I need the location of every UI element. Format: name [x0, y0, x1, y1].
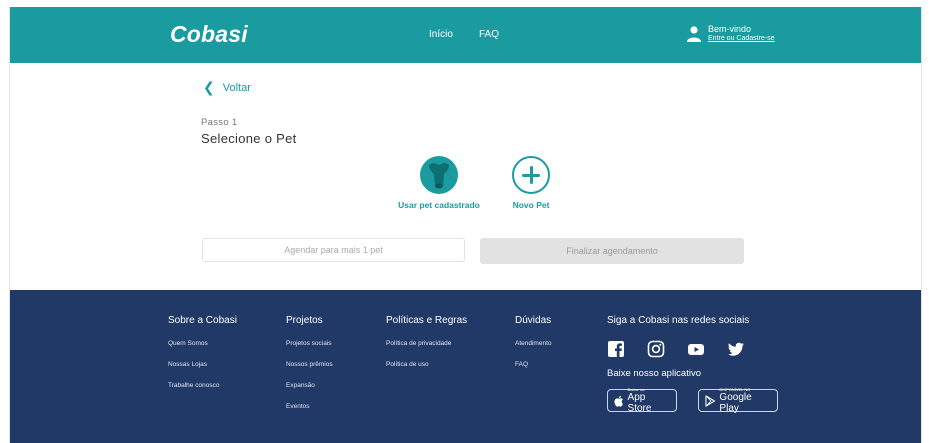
plus-icon — [512, 156, 550, 194]
use-registered-pet-option[interactable]: Usar pet cadastrado — [397, 156, 481, 210]
add-another-pet-button[interactable]: Agendar para mais 1 pet — [202, 238, 465, 262]
footer-heading: Dúvidas — [515, 315, 552, 326]
welcome-text: Bem-vindo — [708, 24, 752, 34]
app-heading: Baixe nosso aplicativo — [607, 368, 701, 379]
footer-link-eventos[interactable]: Eventos — [286, 403, 333, 410]
footer-heading: Projetos — [286, 315, 323, 326]
dog-icon — [420, 156, 458, 194]
facebook-icon[interactable] — [607, 340, 625, 358]
apple-icon — [614, 395, 623, 407]
footer-link-privacidade[interactable]: Política de privacidade — [386, 340, 467, 347]
app-store-badge[interactable]: Baixar na App Store — [607, 387, 677, 414]
google-play-big: Google Play — [719, 392, 752, 414]
back-button[interactable]: ❮ Voltar — [203, 79, 251, 96]
footer-link-expansao[interactable]: Expansão — [286, 382, 333, 389]
google-play-icon — [705, 394, 715, 407]
google-play-badge[interactable]: DISPONÍVEL NO Google Play — [698, 387, 778, 414]
footer-link-quem-somos[interactable]: Quem Somos — [168, 340, 237, 347]
footer-col-social: Siga a Cobasi nas redes sociais Baixe no… — [607, 315, 778, 414]
step-label: Passo 1 — [201, 117, 238, 128]
footer-link-nossas-lojas[interactable]: Nossas Lojas — [168, 361, 237, 368]
user-icon — [687, 26, 701, 42]
youtube-icon[interactable] — [687, 340, 705, 358]
footer: Sobre a Cobasi Quem Somos Nossas Lojas T… — [10, 290, 921, 443]
new-pet-option[interactable]: Novo Pet — [504, 156, 558, 210]
footer-heading: Políticas e Regras — [386, 315, 468, 326]
footer-col-projects: Projetos Projetos sociais Nossos prêmios… — [286, 315, 333, 424]
footer-heading: Sobre a Cobasi — [168, 315, 237, 326]
login-link[interactable]: Entre ou Cadastre-se — [708, 34, 775, 44]
nav-faq[interactable]: FAQ — [479, 29, 499, 40]
back-label: Voltar — [222, 81, 251, 94]
cobasi-logo[interactable]: Cobasi — [170, 21, 248, 48]
instagram-icon[interactable] — [647, 340, 665, 358]
footer-col-help: Dúvidas Atendimento FAQ — [515, 315, 552, 382]
use-registered-pet-label: Usar pet cadastrado — [398, 200, 480, 210]
app-badges: Baixar na App Store DISPONÍVEL NO Google… — [607, 387, 778, 414]
footer-link-nossos-premios[interactable]: Nossos prêmios — [286, 361, 333, 368]
social-heading: Siga a Cobasi nas redes sociais — [607, 315, 750, 326]
twitter-icon[interactable] — [727, 340, 745, 358]
footer-link-uso[interactable]: Política de uso — [386, 361, 467, 368]
nav-inicio[interactable]: Início — [429, 29, 453, 40]
chevron-left-icon: ❮ — [203, 79, 215, 95]
footer-link-projetos-sociais[interactable]: Projetos sociais — [286, 340, 333, 347]
welcome-block: Bem-vindo Entre ou Cadastre-se — [708, 24, 775, 44]
footer-link-faq[interactable]: FAQ — [515, 361, 552, 368]
step-title: Selecione o Pet — [201, 131, 297, 146]
new-pet-label: Novo Pet — [512, 200, 550, 210]
page: Cobasi Início FAQ Bem-vindo Entre ou Cad… — [9, 7, 922, 443]
finish-scheduling-button[interactable]: Finalizar agendamento — [480, 238, 744, 264]
top-header: Cobasi Início FAQ Bem-vindo Entre ou Cad… — [10, 7, 921, 63]
footer-col-policies: Políticas e Regras Política de privacida… — [386, 315, 467, 382]
footer-link-atendimento[interactable]: Atendimento — [515, 340, 552, 347]
footer-col-about: Sobre a Cobasi Quem Somos Nossas Lojas T… — [168, 315, 237, 403]
social-icons — [607, 340, 778, 358]
footer-link-trabalhe-conosco[interactable]: Trabalhe conosco — [168, 382, 237, 389]
app-store-big: App Store — [627, 392, 652, 414]
